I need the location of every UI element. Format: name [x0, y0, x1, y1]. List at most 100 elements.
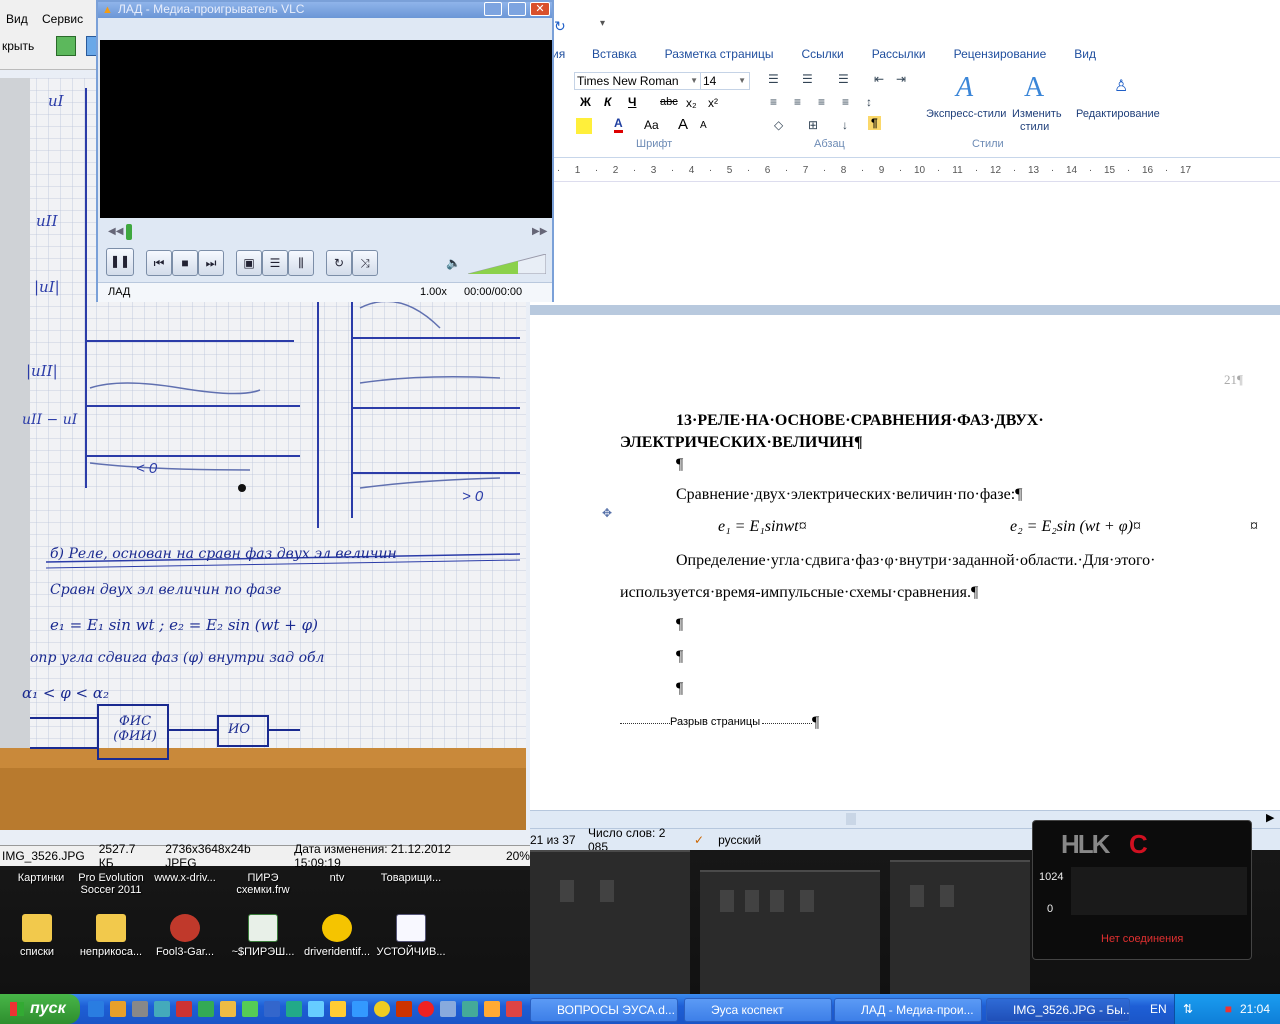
tab-review[interactable]: Рецензирование — [954, 47, 1047, 61]
scroll-right-icon[interactable]: ▶ — [1266, 811, 1274, 824]
task-word-doc[interactable]: ВОПРОСЫ ЭУСА.d... — [530, 998, 678, 1022]
quicklaunch-excel-icon[interactable] — [286, 1001, 302, 1017]
align-left-icon[interactable]: ≡ — [770, 95, 777, 109]
quicklaunch-app-icon[interactable] — [396, 1001, 412, 1017]
highlight-icon[interactable] — [576, 118, 592, 134]
open-button[interactable]: крыть — [2, 39, 34, 53]
bullets-icon[interactable]: ☰ — [768, 72, 779, 86]
numbering-icon[interactable]: ☰ — [802, 72, 813, 86]
maximize-button[interactable] — [508, 2, 526, 16]
table-move-handle-icon[interactable]: ✥ — [602, 506, 612, 521]
tab-references[interactable]: Ссылки — [801, 47, 843, 61]
vlc-titlebar[interactable]: ▲ ЛАД - Медиа-проигрыватель VLC ✕ — [98, 2, 552, 18]
align-center-icon[interactable]: ≡ — [794, 95, 801, 109]
desktop-icon-pireshtmp[interactable]: ~$ПИРЭШ... — [228, 914, 298, 958]
tab-mailings[interactable]: Рассылки — [872, 47, 926, 61]
quicklaunch-app-icon[interactable] — [484, 1001, 500, 1017]
desktop-icon-driveridentif[interactable]: driveridentif... — [302, 914, 372, 958]
status-page[interactable]: 21 из 37 — [530, 833, 580, 847]
horizontal-ruler[interactable]: 1·1·2·3·4·5·6·7·8·9·10·11·12·13·14·15·16… — [530, 160, 1280, 182]
task-vlc[interactable]: ЛАД - Медиа-прои... — [834, 998, 982, 1022]
desktop-icon-ustoich[interactable]: УСТОЙЧИВ... — [376, 914, 446, 958]
quicklaunch-app-icon[interactable] — [176, 1001, 192, 1017]
desktop-icon-xdriv[interactable]: www.x-driv... — [150, 872, 220, 884]
font-color-icon[interactable]: A — [614, 116, 623, 133]
grow-font-button[interactable]: A — [678, 116, 688, 133]
document-page[interactable]: 21¶ 13·РЕЛЕ·НА·ОСНОВЕ·СРАВНЕНИЯ·ФАЗ·ДВУХ… — [530, 320, 1280, 810]
desktop-icon-fool3[interactable]: Fool3-Gar... — [150, 914, 220, 958]
start-button[interactable]: пуск — [0, 994, 80, 1024]
font-size-select[interactable]: 14 ▼ — [700, 72, 750, 90]
change-styles-button[interactable]: Изменить — [1012, 108, 1062, 120]
desktop-icon-pictures[interactable]: Картинки — [6, 872, 76, 884]
seek-end-icon[interactable]: ▶▶ — [532, 226, 547, 237]
sort-icon[interactable]: ↓ — [842, 118, 848, 132]
tab-page-layout[interactable]: Разметка страницы — [665, 47, 774, 61]
status-words[interactable]: Число слов: 2 085 — [588, 826, 688, 851]
desktop-icon-tovarishi[interactable]: Товарищи... — [376, 872, 446, 884]
qat-dropdown-icon[interactable]: ▾ — [600, 18, 605, 29]
subscript-button[interactable]: x₂ — [686, 96, 697, 110]
desktop-icon-ntv[interactable]: ntv — [302, 872, 372, 884]
tray-network-icon[interactable]: ⇅ — [1183, 1002, 1193, 1016]
desktop-icon-pes[interactable]: Pro Evolution Soccer 2011 — [76, 872, 146, 896]
multilevel-list-icon[interactable]: ☰ — [838, 72, 849, 86]
tab-view[interactable]: Вид — [1074, 47, 1096, 61]
quicklaunch-app-icon[interactable] — [198, 1001, 214, 1017]
desktop-icon-neprikos[interactable]: неприкоса... — [76, 914, 146, 958]
quicklaunch-word-icon[interactable] — [264, 1001, 280, 1017]
video-area[interactable] — [100, 40, 552, 218]
fullscreen-icon[interactable]: ▣ — [236, 250, 262, 276]
desktop-icon-lists[interactable]: списки — [2, 914, 72, 958]
shrink-font-button[interactable]: A — [700, 120, 707, 131]
add-image-icon[interactable] — [56, 36, 76, 56]
quicklaunch-app-icon[interactable] — [242, 1001, 258, 1017]
menu-view[interactable]: Вид — [6, 12, 28, 26]
redo-icon[interactable]: ↻ — [554, 18, 566, 35]
quicklaunch-tool-icon[interactable] — [132, 1001, 148, 1017]
scroll-thumb[interactable] — [846, 813, 856, 825]
pause-button[interactable]: ❚❚ — [106, 248, 134, 276]
quicklaunch-app-icon[interactable] — [352, 1001, 368, 1017]
playlist-icon[interactable]: ☰ — [262, 250, 288, 276]
clock[interactable]: 21:04 — [1240, 1002, 1270, 1016]
tab-insert[interactable]: Вставка — [592, 47, 637, 61]
shuffle-icon[interactable]: ⤨ — [352, 250, 378, 276]
quicklaunch-opera-icon[interactable] — [418, 1001, 434, 1017]
superscript-button[interactable]: x² — [708, 96, 718, 110]
next-button[interactable]: ⏭ — [198, 250, 224, 276]
volume-icon[interactable]: 🔈 — [446, 256, 461, 270]
vlc-time[interactable]: 00:00/00:00 — [464, 286, 522, 298]
borders-icon[interactable]: ⊞ — [808, 118, 818, 132]
status-language[interactable]: русский — [718, 833, 761, 847]
underline-button[interactable]: Ч — [628, 95, 636, 109]
change-case-button[interactable]: Aa — [644, 118, 659, 132]
task-explorer-folder[interactable]: Эуса коспект — [684, 998, 832, 1022]
language-indicator[interactable]: EN — [1150, 1002, 1167, 1016]
volume-slider[interactable] — [467, 253, 547, 275]
stop-button[interactable]: ■ — [172, 250, 198, 276]
line-spacing-icon[interactable]: ↕ — [866, 95, 872, 109]
bold-button[interactable]: Ж — [580, 95, 591, 109]
seek-start-icon[interactable]: ◀◀ — [108, 226, 123, 237]
close-button[interactable]: ✕ — [530, 2, 550, 16]
quicklaunch-app-icon[interactable] — [220, 1001, 236, 1017]
menu-service[interactable]: Сервис — [42, 12, 83, 26]
seek-slider[interactable] — [126, 224, 132, 240]
express-styles-button[interactable]: Экспресс-стили — [926, 108, 1006, 120]
quicklaunch-app-icon[interactable] — [506, 1001, 522, 1017]
quicklaunch-app-icon[interactable] — [440, 1001, 456, 1017]
quicklaunch-app-icon[interactable] — [330, 1001, 346, 1017]
font-name-select[interactable]: Times New Roman ▼ — [574, 72, 702, 90]
loop-icon[interactable]: ↻ — [326, 250, 352, 276]
show-marks-button[interactable]: ¶ — [868, 116, 881, 130]
quicklaunch-desktop-icon[interactable] — [154, 1001, 170, 1017]
minimize-button[interactable] — [484, 2, 502, 16]
vlc-speed[interactable]: 1.00x — [420, 286, 447, 298]
increase-indent-icon[interactable]: ⇥ — [896, 72, 906, 86]
editing-button[interactable]: Редактирование — [1076, 108, 1160, 120]
desktop-icon-pire[interactable]: ПИРЭ схемки.frw — [228, 872, 298, 896]
quicklaunch-folder-icon[interactable] — [110, 1001, 126, 1017]
task-image-viewer[interactable]: IMG_3526.JPG - Бы... — [986, 998, 1130, 1022]
justify-icon[interactable]: ≡ — [842, 95, 849, 109]
